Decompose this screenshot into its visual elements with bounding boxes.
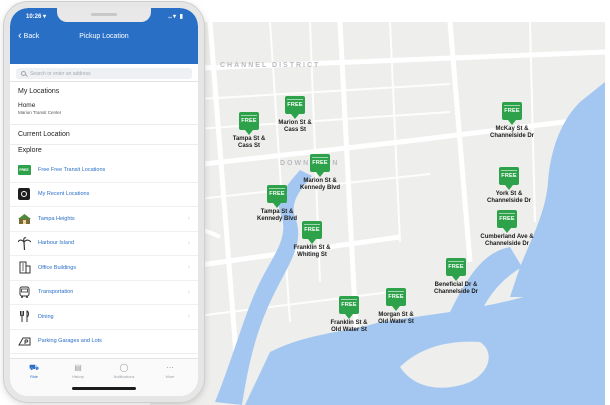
explore-item-harbour-island[interactable]: Harbour Island › [10, 232, 198, 256]
search-icon [21, 71, 26, 76]
search-input[interactable] [30, 70, 170, 77]
palm-tree-icon [17, 236, 31, 250]
free-badge-icon: FREE [285, 96, 305, 119]
explore-item-tampa-heights[interactable]: Tampa Heights › [10, 207, 198, 232]
neighborhood-icon [17, 212, 31, 226]
more-icon: ⋯ [166, 363, 174, 372]
explore-item-label: Free Free Transit Locations [38, 166, 106, 173]
history-icon: ▤ [74, 363, 82, 372]
tab-history[interactable]: ▤ History [60, 363, 96, 379]
free-badge-icon: FREE [446, 258, 466, 281]
stop-name: Franklin St & Whiting St [293, 245, 331, 258]
free-badge-icon: FREE [499, 167, 519, 190]
stop-name: Marion St & Cass St [278, 120, 312, 133]
map-base [150, 22, 605, 405]
free-badge-icon: FREE [302, 221, 322, 244]
explore-item-label: Parking Garages and Lots [38, 338, 102, 345]
explore-item-label: Tampa Heights [38, 215, 75, 222]
map-stop-marker[interactable]: FREE McKay St & Channelside Dr [483, 102, 541, 140]
bus-icon [17, 285, 31, 299]
explore-item-transportation[interactable]: Transportation › [10, 281, 198, 305]
explore-item-parking[interactable]: Parking Garages and Lots [10, 330, 198, 354]
map-stop-marker[interactable]: FREE Marion St & Cass St [266, 96, 324, 134]
explore-item-free-locations[interactable]: FREE Free Free Transit Locations [10, 158, 198, 183]
tab-label: Ride [30, 375, 38, 379]
map-stop-marker[interactable]: FREE Franklin St & Whiting St [283, 221, 341, 259]
current-location-item[interactable]: Current Location [10, 125, 198, 145]
tab-label: More [165, 375, 175, 379]
tab-label: Notifications [113, 375, 135, 379]
bell-icon: ◯ [119, 363, 129, 372]
free-badge-icon: FREE [239, 112, 259, 135]
explore-item-label: My Recent Locations [38, 191, 90, 198]
app-screenshot: CHANNEL DISTRICT DOWNTOWN FREE Tampa St … [0, 0, 610, 405]
map-stop-marker[interactable]: FREE York St & Channelside Dr [480, 167, 538, 205]
stop-name: Beneficial Dr & Channelside Dr [433, 282, 478, 295]
chevron-right-icon: › [187, 313, 190, 320]
explore-item-label: Harbour Island [38, 240, 75, 247]
map-view[interactable]: CHANNEL DISTRICT DOWNTOWN FREE Tampa St … [150, 22, 605, 405]
stop-name: Franklin St & Old Water St [330, 320, 368, 333]
free-badge-icon: FREE [339, 296, 359, 319]
free-badge-icon: FREE [267, 185, 287, 208]
tab-ride[interactable]: ⛟ Ride [16, 363, 52, 379]
explore-item-label: Dining [38, 313, 54, 320]
free-badge-icon: FREE [17, 164, 31, 175]
tab-bar: ⛟ Ride ▤ History ◯ Notifications ⋯ More [10, 358, 198, 396]
tab-more[interactable]: ⋯ More [152, 363, 188, 379]
map-stop-marker[interactable]: FREE Beneficial Dr & Channelside Dr [427, 258, 485, 296]
tab-notifications[interactable]: ◯ Notifications [106, 363, 142, 379]
search-bar [10, 64, 198, 82]
tab-label: History [72, 375, 84, 379]
office-building-icon [17, 261, 31, 275]
recent-icon [18, 188, 30, 201]
free-badge-icon: FREE [310, 154, 330, 177]
chevron-right-icon: › [187, 288, 190, 296]
car-icon: ⛟ [28, 363, 40, 372]
map-stop-marker[interactable]: FREE Tampa St & Kennedy Blvd [248, 185, 306, 223]
explore-item-office-buildings[interactable]: Office Buildings › [10, 256, 198, 281]
stop-name: York St & Channelside Dr [486, 191, 531, 204]
explore-item-dining[interactable]: Dining › [10, 305, 198, 330]
phone-notch [57, 8, 151, 22]
parking-icon [17, 334, 31, 348]
nav-row: ‹ Back Pickup Location [10, 30, 198, 46]
stop-name: Cumberland Ave & Channelside Dr [480, 234, 534, 247]
home-indicator [72, 387, 136, 390]
section-heading-explore: Explore [18, 147, 42, 154]
saved-location-home[interactable]: Home Marion Transit Center [10, 100, 198, 125]
search-field[interactable] [16, 68, 192, 79]
free-badge-icon: FREE [497, 210, 517, 233]
signal-battery-icon: ‥▾ ▮ [168, 14, 184, 20]
status-time: 10:26 ▾ [26, 14, 47, 20]
free-badge-icon: FREE [502, 102, 522, 125]
free-badge-icon: FREE [386, 288, 406, 311]
saved-location-subtitle: Marion Transit Center [18, 110, 62, 115]
page-title: Pickup Location [79, 33, 129, 40]
fork-knife-icon [17, 310, 31, 324]
map-area-label: CHANNEL DISTRICT [220, 62, 321, 69]
chevron-right-icon: › [187, 215, 190, 222]
section-heading-my-locations: My Locations [18, 88, 60, 95]
saved-location-title: Home [18, 102, 36, 109]
stop-name: Tampa St & Cass St [232, 136, 266, 149]
phone-frame: 10:26 ▾ ‥▾ ▮ ‹ Back Pickup Location My [4, 2, 204, 402]
explore-item-recent-locations[interactable]: My Recent Locations [10, 183, 198, 207]
chevron-right-icon: › [187, 239, 190, 247]
map-stop-marker[interactable]: FREE Cumberland Ave & Channelside Dr [478, 210, 536, 248]
stop-name: McKay St & Channelside Dr [489, 126, 534, 139]
phone-screen: 10:26 ▾ ‥▾ ▮ ‹ Back Pickup Location My [10, 8, 198, 396]
map-stop-marker[interactable]: FREE Franklin St & Old Water St [320, 296, 378, 334]
explore-item-label: Office Buildings [38, 264, 77, 271]
explore-item-label: Transportation [38, 289, 74, 296]
chevron-right-icon: › [187, 264, 190, 271]
